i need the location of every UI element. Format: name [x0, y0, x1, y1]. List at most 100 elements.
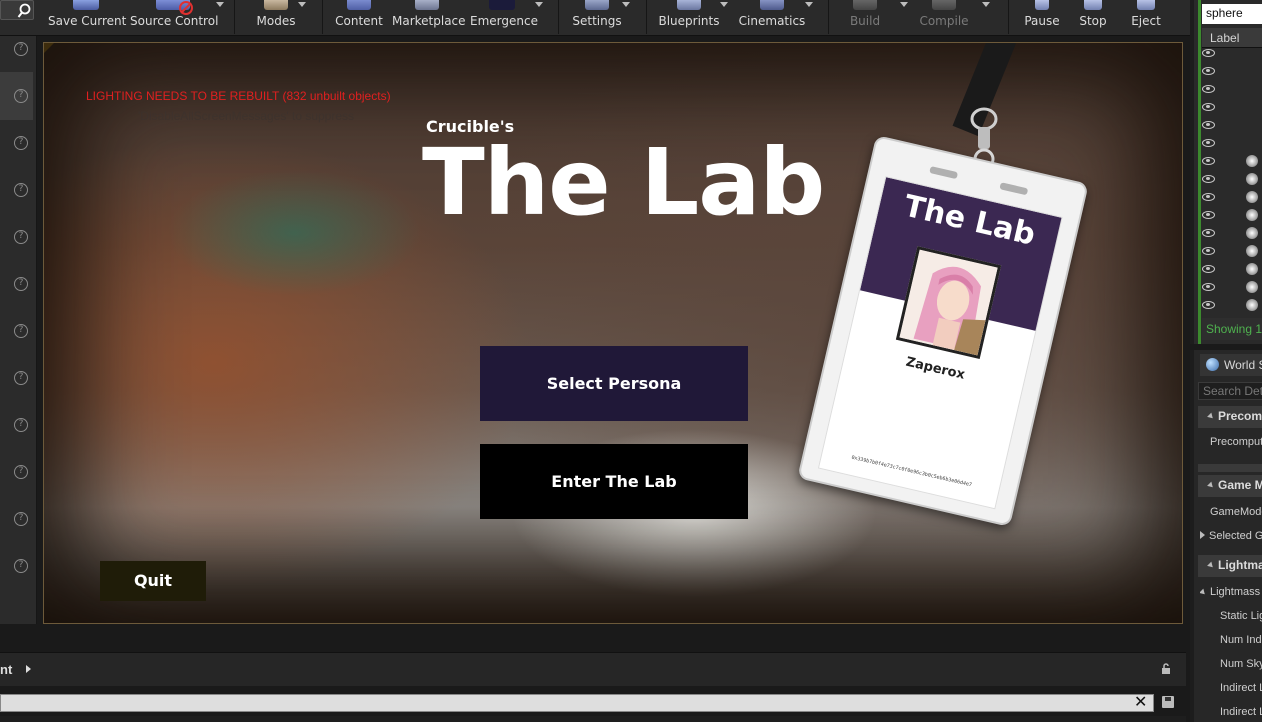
- help-icon[interactable]: ?: [14, 183, 28, 197]
- outliner-row[interactable]: [1202, 206, 1262, 224]
- help-icon[interactable]: ?: [14, 42, 28, 56]
- source-control-dropdown-caret[interactable]: [216, 2, 224, 7]
- build-button[interactable]: Build: [846, 0, 884, 36]
- visibility-eye-icon[interactable]: [1202, 247, 1215, 255]
- toolbar-separator: [234, 0, 235, 34]
- help-icon[interactable]: ?: [14, 371, 28, 385]
- sphere-reflection-icon: [1246, 209, 1258, 221]
- emergence-dropdown-caret[interactable]: [535, 2, 543, 7]
- save-current-button[interactable]: Save Current: [48, 0, 126, 36]
- blueprints-dropdown-caret[interactable]: [720, 2, 728, 7]
- sphere-reflection-icon: [1246, 173, 1258, 185]
- outliner-row[interactable]: [1202, 62, 1262, 80]
- visibility-eye-icon[interactable]: [1202, 229, 1215, 237]
- outliner-row[interactable]: [1202, 260, 1262, 278]
- cinematics-dropdown-caret[interactable]: [805, 2, 813, 7]
- emergence-button[interactable]: Emergence: [470, 0, 538, 36]
- lighting-warning: LIGHTING NEEDS TO BE REBUILT (832 unbuil…: [86, 89, 391, 103]
- outliner-row[interactable]: [1202, 278, 1262, 296]
- lock-icon[interactable]: [1160, 663, 1172, 675]
- visibility-eye-icon[interactable]: [1202, 121, 1215, 129]
- quit-button[interactable]: Quit: [100, 561, 206, 601]
- outliner-row[interactable]: [1202, 224, 1262, 242]
- details-search-input[interactable]: Search Details: [1198, 382, 1262, 400]
- expand-arrow-icon[interactable]: [26, 665, 31, 673]
- sky-light-icon: [1246, 155, 1258, 167]
- visibility-eye-icon[interactable]: [1202, 67, 1215, 75]
- outliner-row[interactable]: [1202, 134, 1262, 152]
- expand-arrow-icon: [1200, 531, 1205, 539]
- visibility-eye-icon[interactable]: [1202, 85, 1215, 93]
- select-persona-button[interactable]: Select Persona: [480, 346, 748, 421]
- toolbar-search-box[interactable]: [0, 0, 34, 20]
- help-icon[interactable]: ?: [14, 277, 28, 291]
- outliner-search-input[interactable]: sphere: [1202, 4, 1262, 24]
- outliner-row[interactable]: [1202, 188, 1262, 206]
- lightmass-settings-row[interactable]: Lightmass Settings: [1200, 586, 1262, 598]
- outliner-row[interactable]: [1202, 80, 1262, 98]
- source-control-button[interactable]: Source Control: [130, 0, 218, 36]
- category-lightmass[interactable]: Lightmass: [1198, 555, 1262, 577]
- eject-button[interactable]: Eject: [1126, 0, 1166, 36]
- help-icon[interactable]: ?: [14, 324, 28, 338]
- modes-button[interactable]: Modes: [254, 0, 298, 36]
- help-icon[interactable]: ?: [14, 512, 28, 526]
- compile-icon: [932, 0, 956, 10]
- visibility-eye-icon[interactable]: [1202, 265, 1215, 273]
- visibility-eye-icon[interactable]: [1202, 301, 1215, 309]
- outliner-row[interactable]: [1202, 116, 1262, 134]
- modes-dropdown-caret[interactable]: [298, 2, 306, 7]
- selected-gamemode-row[interactable]: Selected GameMode: [1200, 530, 1262, 542]
- visibility-eye-icon[interactable]: [1202, 139, 1215, 147]
- category-precomputed-visibility[interactable]: Precomputed Visibility: [1198, 406, 1262, 428]
- content-button[interactable]: Content: [334, 0, 384, 36]
- badge-slot: [929, 166, 959, 180]
- blueprints-button[interactable]: Blueprints: [658, 0, 720, 36]
- tab-world-settings[interactable]: World Settings: [1200, 354, 1262, 376]
- outliner-row[interactable]: [1202, 98, 1262, 116]
- visibility-eye-icon[interactable]: [1202, 283, 1215, 291]
- stop-button[interactable]: Stop: [1076, 0, 1110, 36]
- build-dropdown-caret[interactable]: [900, 2, 908, 7]
- outliner-row[interactable]: [1202, 242, 1262, 260]
- game-viewport[interactable]: LIGHTING NEEDS TO BE REBUILT (832 unbuil…: [43, 42, 1183, 624]
- visibility-eye-icon[interactable]: [1202, 175, 1215, 183]
- settings-button[interactable]: Settings: [570, 0, 624, 36]
- console-command-input[interactable]: [0, 694, 1154, 712]
- pause-button[interactable]: Pause: [1022, 0, 1062, 36]
- visibility-eye-icon[interactable]: [1202, 211, 1215, 219]
- help-icon[interactable]: ?: [14, 230, 28, 244]
- close-icon[interactable]: ✕: [1134, 694, 1150, 710]
- help-icon[interactable]: ?: [14, 559, 28, 573]
- category-game-mode[interactable]: Game Mode: [1198, 475, 1262, 497]
- visibility-eye-icon[interactable]: [1202, 157, 1215, 165]
- enter-the-lab-button[interactable]: Enter The Lab: [480, 444, 748, 519]
- visibility-eye-icon[interactable]: [1202, 193, 1215, 201]
- outliner-count: Showing 14: [1202, 318, 1262, 340]
- marketplace-button[interactable]: Marketplace: [392, 0, 466, 36]
- help-icon[interactable]: ?: [14, 136, 28, 150]
- outliner-row[interactable]: [1202, 152, 1262, 170]
- compile-dropdown-caret[interactable]: [982, 2, 990, 7]
- help-icon[interactable]: ?: [14, 418, 28, 432]
- build-icon: [853, 0, 877, 10]
- globe-icon: [1206, 358, 1219, 371]
- visibility-eye-icon[interactable]: [1202, 103, 1215, 111]
- save-icon[interactable]: [1162, 696, 1174, 708]
- persona-portrait-image: [898, 249, 1002, 359]
- help-icon[interactable]: ?: [14, 89, 28, 103]
- cinematics-button[interactable]: Cinematics: [738, 0, 806, 36]
- outliner-row[interactable]: [1202, 44, 1262, 62]
- outliner-row[interactable]: [1202, 170, 1262, 188]
- compile-button[interactable]: Compile: [918, 0, 970, 36]
- help-icon[interactable]: ?: [14, 465, 28, 479]
- collapse-triangle-icon: [1207, 412, 1215, 421]
- visibility-eye-icon[interactable]: [1202, 49, 1215, 57]
- source-control-disabled-icon: [179, 1, 193, 15]
- settings-dropdown-caret[interactable]: [622, 2, 630, 7]
- collapse-triangle-icon: [1207, 561, 1215, 570]
- outliner-row[interactable]: [1202, 296, 1262, 314]
- toolbar-separator: [828, 0, 829, 34]
- wallet-address: 0x339b7b0f4e73c7c0f0e96c3b0c5eb6b3e06d4e…: [850, 454, 973, 489]
- indirect-lighting-smoothness-row: Indirect Lighting Smoothness: [1220, 706, 1262, 718]
